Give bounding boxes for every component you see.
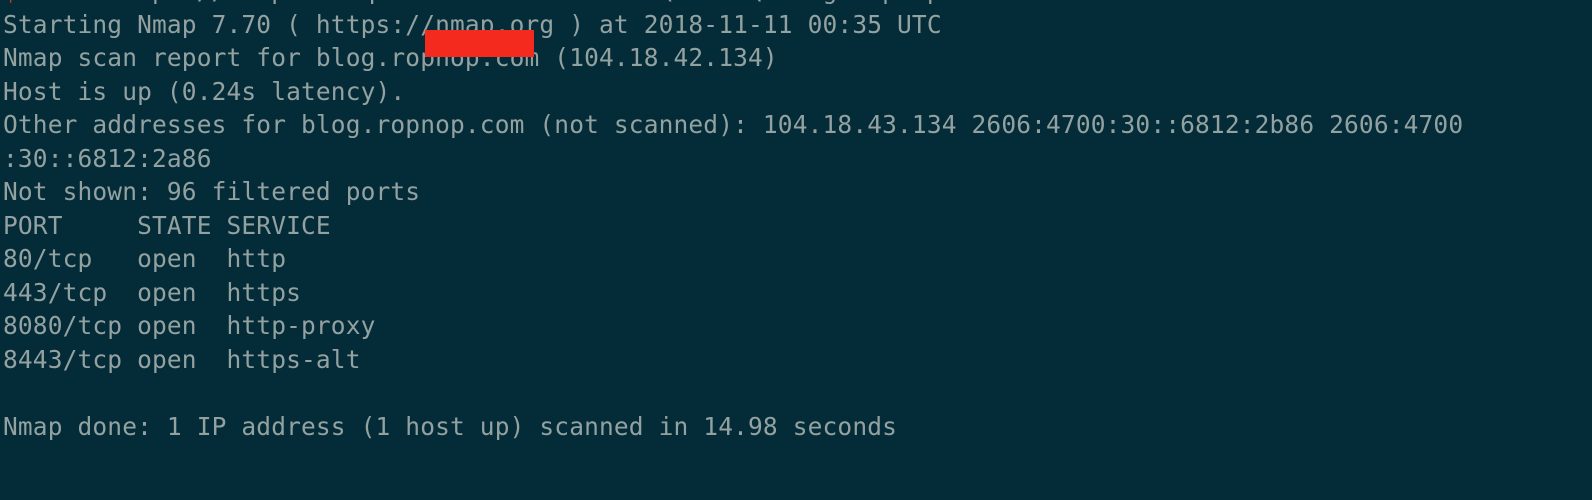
output-line-host-up: Host is up (0.24s latency). (3, 76, 406, 106)
port-table-header: PORT STATE SERVICE (3, 210, 331, 240)
command-url-suffix: s.now.sh\?host\=blog.ropnop.com (539, 0, 1001, 5)
output-line-nmap-done: Nmap done: 1 IP address (1 host up) scan… (3, 412, 898, 442)
redaction-box (425, 30, 534, 57)
port-table-row: 443/tcp open https (3, 277, 302, 307)
output-line-scan-report: Nmap scan report for blog.ropnop.com (10… (3, 43, 778, 73)
port-table-row: 8443/tcp open https-alt (3, 345, 361, 375)
output-line-not-shown: Not shown: 96 filtered ports (3, 177, 421, 207)
output-line-nmap-start: Starting Nmap 7.70 ( https://nmap.org ) … (3, 9, 942, 39)
port-table-row: 80/tcp open http (3, 244, 287, 274)
output-line-blank (3, 377, 1592, 411)
terminal-output: $ curl https://nmapscan-qi s.now.sh\?hos… (0, 0, 1592, 444)
terminal-window[interactable]: Starting Nmap 7.70 ( https://nmap.org ) … (0, 0, 1592, 500)
command-prompt-line: $ curl https://nmapscan-qi s.now.sh\?hos… (3, 0, 1592, 8)
output-line-other-addresses: Other addresses for blog.ropnop.com (not… (3, 110, 1464, 140)
port-table-row: 8080/tcp open http-proxy (3, 311, 376, 341)
command-url-redacted-gap (390, 0, 539, 5)
command-name: curl (33, 0, 93, 5)
command-url-prefix: https://nmapscan-qi (92, 0, 390, 5)
output-line-other-addresses-wrap: :30::6812:2a86 (3, 143, 212, 173)
prompt-symbol: $ (3, 0, 18, 5)
